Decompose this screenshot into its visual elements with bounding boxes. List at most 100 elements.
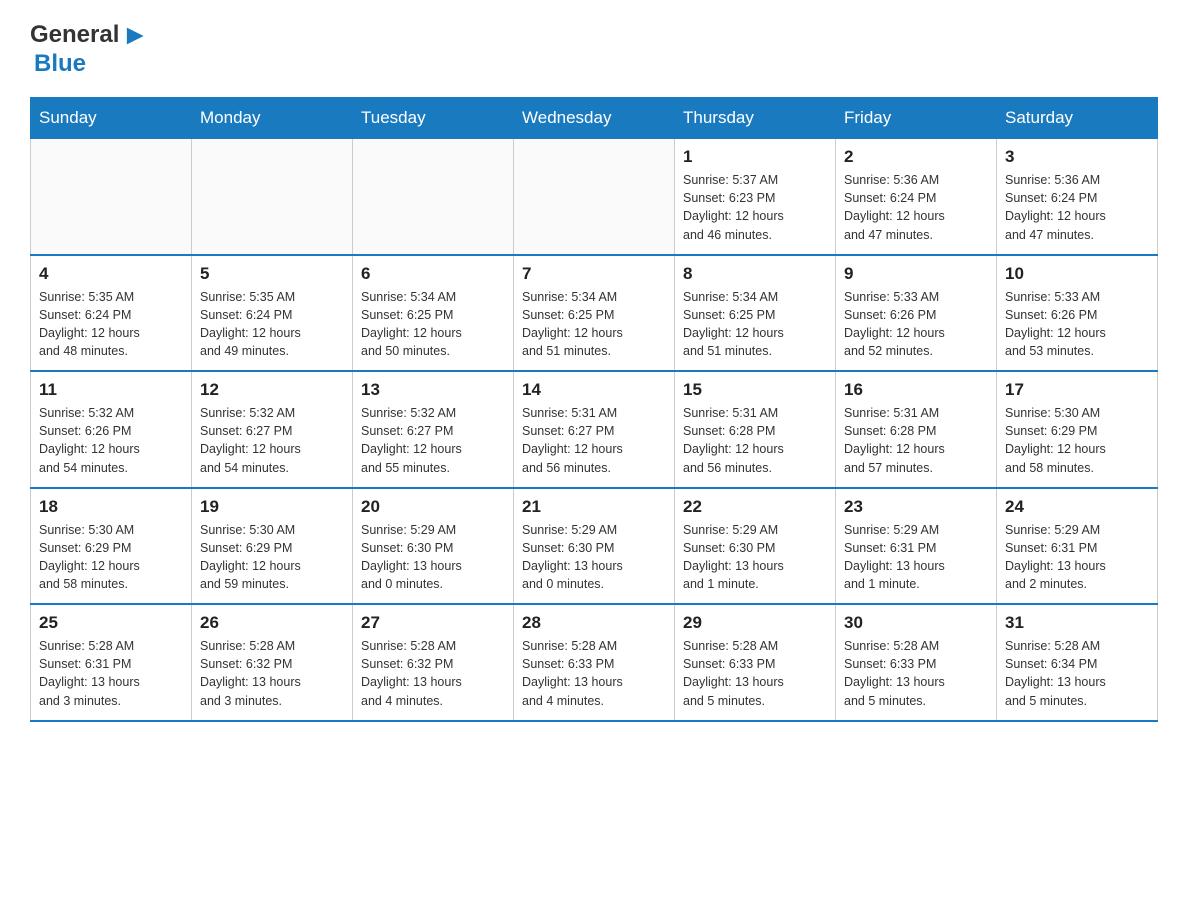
day-info: Sunrise: 5:31 AM Sunset: 6:28 PM Dayligh… <box>683 404 827 477</box>
day-info: Sunrise: 5:33 AM Sunset: 6:26 PM Dayligh… <box>844 288 988 361</box>
day-number: 17 <box>1005 380 1149 400</box>
day-info: Sunrise: 5:30 AM Sunset: 6:29 PM Dayligh… <box>1005 404 1149 477</box>
day-info: Sunrise: 5:34 AM Sunset: 6:25 PM Dayligh… <box>522 288 666 361</box>
calendar-cell: 20Sunrise: 5:29 AM Sunset: 6:30 PM Dayli… <box>353 488 514 605</box>
column-header-thursday: Thursday <box>675 98 836 139</box>
column-header-monday: Monday <box>192 98 353 139</box>
day-number: 28 <box>522 613 666 633</box>
day-info: Sunrise: 5:32 AM Sunset: 6:27 PM Dayligh… <box>200 404 344 477</box>
day-info: Sunrise: 5:28 AM Sunset: 6:32 PM Dayligh… <box>200 637 344 710</box>
day-number: 3 <box>1005 147 1149 167</box>
day-info: Sunrise: 5:36 AM Sunset: 6:24 PM Dayligh… <box>844 171 988 244</box>
calendar-cell: 18Sunrise: 5:30 AM Sunset: 6:29 PM Dayli… <box>31 488 192 605</box>
logo: General ► Blue <box>30 20 149 77</box>
calendar-header-row: SundayMondayTuesdayWednesdayThursdayFrid… <box>31 98 1158 139</box>
calendar-week-2: 4 Sunrise: 5:35 AM Sunset: 6:24 PM Daylig… <box>31 255 1158 372</box>
day-number: 13 <box>361 380 505 400</box>
day-number: 30 <box>844 613 988 633</box>
logo-blue-text: Blue <box>34 51 86 77</box>
calendar-cell: 6Sunrise: 5:34 AM Sunset: 6:25 PM Daylig… <box>353 255 514 372</box>
calendar-cell: 16 Sunrise: 5:31 AM Sunset: 6:28 PM Dayli… <box>836 371 997 488</box>
day-number: 8 <box>683 264 827 284</box>
calendar-cell: 29Sunrise: 5:28 AM Sunset: 6:33 PM Dayli… <box>675 604 836 721</box>
calendar-table: SundayMondayTuesdayWednesdayThursdayFrid… <box>30 97 1158 722</box>
day-info: Sunrise: 5:28 AM Sunset: 6:33 PM Dayligh… <box>844 637 988 710</box>
day-info: Sunrise: 5:31 AM Sunset: 6:28 PM Dayligh… <box>844 404 988 477</box>
day-info: Sunrise: 5:29 AM Sunset: 6:30 PM Dayligh… <box>683 521 827 594</box>
day-info: Sunrise: 5:34 AM Sunset: 6:25 PM Dayligh… <box>683 288 827 361</box>
calendar-cell: 12 Sunrise: 5:32 AM Sunset: 6:27 PM Dayli… <box>192 371 353 488</box>
calendar-week-5: 25 Sunrise: 5:28 AM Sunset: 6:31 PM Dayli… <box>31 604 1158 721</box>
day-number: 6 <box>361 264 505 284</box>
calendar-cell: 3 Sunrise: 5:36 AM Sunset: 6:24 PM Daylig… <box>997 139 1158 255</box>
column-header-tuesday: Tuesday <box>353 98 514 139</box>
calendar-cell: 27 Sunrise: 5:28 AM Sunset: 6:32 PM Dayli… <box>353 604 514 721</box>
calendar-cell: 17 Sunrise: 5:30 AM Sunset: 6:29 PM Dayli… <box>997 371 1158 488</box>
day-number: 10 <box>1005 264 1149 284</box>
day-number: 29 <box>683 613 827 633</box>
calendar-cell <box>31 139 192 255</box>
day-info: Sunrise: 5:31 AM Sunset: 6:27 PM Dayligh… <box>522 404 666 477</box>
calendar-cell: 15 Sunrise: 5:31 AM Sunset: 6:28 PM Dayli… <box>675 371 836 488</box>
calendar-cell <box>192 139 353 255</box>
day-number: 23 <box>844 497 988 517</box>
calendar-cell: 26 Sunrise: 5:28 AM Sunset: 6:32 PM Dayli… <box>192 604 353 721</box>
calendar-cell: 22 Sunrise: 5:29 AM Sunset: 6:30 PM Dayli… <box>675 488 836 605</box>
day-info: Sunrise: 5:35 AM Sunset: 6:24 PM Dayligh… <box>200 288 344 361</box>
day-info: Sunrise: 5:32 AM Sunset: 6:27 PM Dayligh… <box>361 404 505 477</box>
day-info: Sunrise: 5:28 AM Sunset: 6:34 PM Dayligh… <box>1005 637 1149 710</box>
calendar-cell: 9 Sunrise: 5:33 AM Sunset: 6:26 PM Daylig… <box>836 255 997 372</box>
calendar-cell: 23 Sunrise: 5:29 AM Sunset: 6:31 PM Dayli… <box>836 488 997 605</box>
day-info: Sunrise: 5:37 AM Sunset: 6:23 PM Dayligh… <box>683 171 827 244</box>
calendar-cell: 11Sunrise: 5:32 AM Sunset: 6:26 PM Dayli… <box>31 371 192 488</box>
logo-general-text: General <box>30 22 119 48</box>
day-info: Sunrise: 5:29 AM Sunset: 6:31 PM Dayligh… <box>1005 521 1149 594</box>
calendar-cell: 28 Sunrise: 5:28 AM Sunset: 6:33 PM Dayli… <box>514 604 675 721</box>
calendar-week-1: 1Sunrise: 5:37 AM Sunset: 6:23 PM Daylig… <box>31 139 1158 255</box>
column-header-sunday: Sunday <box>31 98 192 139</box>
day-number: 4 <box>39 264 183 284</box>
day-number: 16 <box>844 380 988 400</box>
day-number: 21 <box>522 497 666 517</box>
calendar-cell: 1Sunrise: 5:37 AM Sunset: 6:23 PM Daylig… <box>675 139 836 255</box>
day-number: 26 <box>200 613 344 633</box>
day-info: Sunrise: 5:33 AM Sunset: 6:26 PM Dayligh… <box>1005 288 1149 361</box>
calendar-cell: 8 Sunrise: 5:34 AM Sunset: 6:25 PM Daylig… <box>675 255 836 372</box>
day-info: Sunrise: 5:30 AM Sunset: 6:29 PM Dayligh… <box>200 521 344 594</box>
day-number: 11 <box>39 380 183 400</box>
page-header: General ► Blue <box>30 20 1158 77</box>
day-number: 19 <box>200 497 344 517</box>
day-number: 5 <box>200 264 344 284</box>
day-number: 20 <box>361 497 505 517</box>
calendar-week-3: 11Sunrise: 5:32 AM Sunset: 6:26 PM Dayli… <box>31 371 1158 488</box>
day-number: 31 <box>1005 613 1149 633</box>
day-number: 25 <box>39 613 183 633</box>
calendar-week-4: 18Sunrise: 5:30 AM Sunset: 6:29 PM Dayli… <box>31 488 1158 605</box>
calendar-cell: 21 Sunrise: 5:29 AM Sunset: 6:30 PM Dayli… <box>514 488 675 605</box>
day-info: Sunrise: 5:28 AM Sunset: 6:31 PM Dayligh… <box>39 637 183 710</box>
day-number: 22 <box>683 497 827 517</box>
day-info: Sunrise: 5:28 AM Sunset: 6:33 PM Dayligh… <box>522 637 666 710</box>
day-info: Sunrise: 5:36 AM Sunset: 6:24 PM Dayligh… <box>1005 171 1149 244</box>
calendar-cell: 5 Sunrise: 5:35 AM Sunset: 6:24 PM Daylig… <box>192 255 353 372</box>
day-number: 9 <box>844 264 988 284</box>
day-number: 7 <box>522 264 666 284</box>
day-number: 15 <box>683 380 827 400</box>
day-number: 12 <box>200 380 344 400</box>
calendar-cell: 19 Sunrise: 5:30 AM Sunset: 6:29 PM Dayli… <box>192 488 353 605</box>
calendar-cell: 24 Sunrise: 5:29 AM Sunset: 6:31 PM Dayli… <box>997 488 1158 605</box>
calendar-cell: 13 Sunrise: 5:32 AM Sunset: 6:27 PM Dayli… <box>353 371 514 488</box>
column-header-wednesday: Wednesday <box>514 98 675 139</box>
day-info: Sunrise: 5:29 AM Sunset: 6:31 PM Dayligh… <box>844 521 988 594</box>
calendar-cell: 4Sunrise: 5:35 AM Sunset: 6:24 PM Daylig… <box>31 255 192 372</box>
day-info: Sunrise: 5:30 AM Sunset: 6:29 PM Dayligh… <box>39 521 183 594</box>
day-info: Sunrise: 5:28 AM Sunset: 6:32 PM Dayligh… <box>361 637 505 710</box>
calendar-cell <box>514 139 675 255</box>
day-info: Sunrise: 5:29 AM Sunset: 6:30 PM Dayligh… <box>522 521 666 594</box>
day-number: 24 <box>1005 497 1149 517</box>
day-number: 27 <box>361 613 505 633</box>
calendar-cell: 25 Sunrise: 5:28 AM Sunset: 6:31 PM Dayli… <box>31 604 192 721</box>
calendar-cell: 14Sunrise: 5:31 AM Sunset: 6:27 PM Dayli… <box>514 371 675 488</box>
day-number: 2 <box>844 147 988 167</box>
column-header-friday: Friday <box>836 98 997 139</box>
